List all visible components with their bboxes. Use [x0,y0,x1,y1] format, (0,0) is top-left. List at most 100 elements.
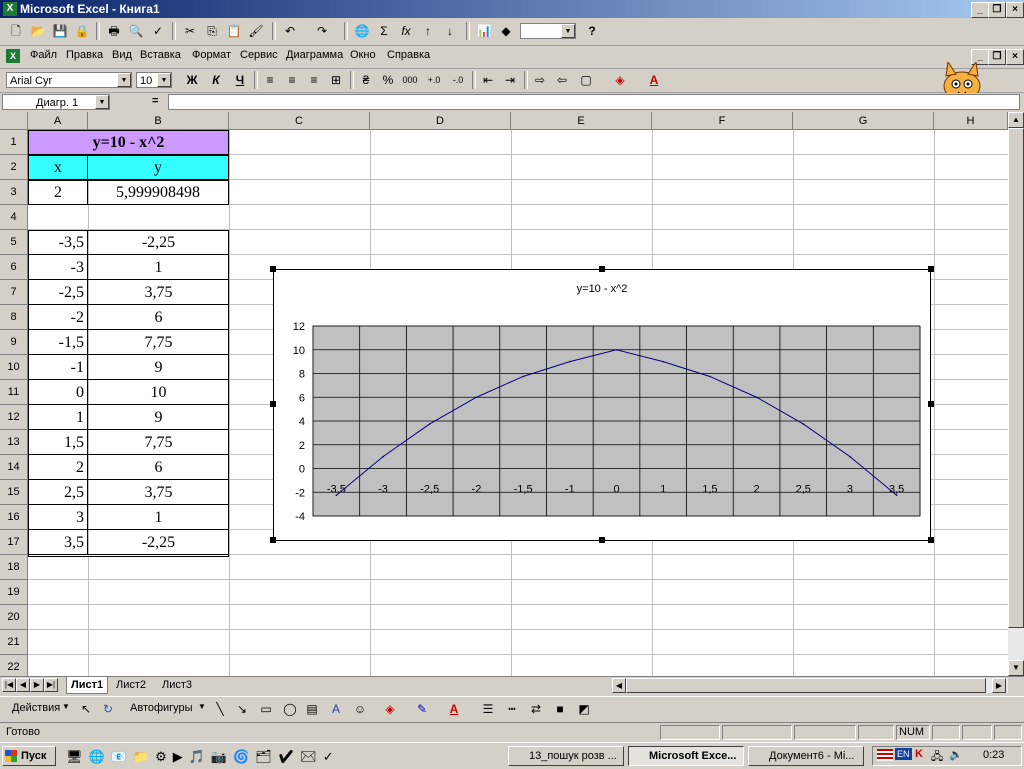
row-header-10[interactable]: 10 [0,355,28,380]
cell-y-value[interactable]: 6 [88,455,229,480]
column-header-f[interactable]: F [652,112,793,130]
cell-y-value[interactable]: 7,75 [88,430,229,455]
data-point[interactable] [895,494,898,497]
open-folder-icon[interactable]: 📂 [28,22,48,40]
cell-y-value[interactable]: 9 [88,355,229,380]
currency-icon[interactable]: ₴ [356,71,376,89]
row-header-8[interactable]: 8 [0,305,28,330]
italic-button[interactable]: К [206,71,226,89]
chart-wizard-icon[interactable]: 📊 [474,22,494,40]
format-painter-icon[interactable]: 🖌 [246,22,266,40]
row-header-22[interactable]: 22 [0,655,28,676]
copy-icon[interactable]: ⎘ [202,22,222,40]
function-icon[interactable]: fx [396,22,416,40]
keyboard-switcher-icon[interactable]: K [915,748,923,760]
network-icon[interactable]: 🖧 [931,748,943,767]
column-header-h[interactable]: H [934,112,1008,130]
cell-y-value[interactable]: -2,25 [88,230,229,255]
row-header-19[interactable]: 19 [0,580,28,605]
chart-title[interactable]: y=10 - x^2 [577,283,628,295]
column-header-a[interactable]: A [28,112,88,130]
cell-x-value[interactable]: -3 [28,255,88,280]
fill-bucket-icon[interactable]: ◈ [380,700,400,718]
autoshapes-menu[interactable]: Автофигуры [130,702,193,714]
data-point[interactable] [709,375,711,378]
borders-icon[interactable]: ▢ [576,71,596,89]
column-header-b[interactable]: B [88,112,229,130]
zoom-combo[interactable]: ▼ [520,23,576,39]
flag-icon[interactable] [877,749,893,761]
menu-file[interactable]: Файл [30,49,57,61]
column-header-c[interactable]: C [229,112,370,130]
cell-a1-title[interactable]: y=10 - x^2 [28,130,229,155]
percent-button[interactable]: % [378,71,398,89]
rotate-icon[interactable]: ↻ [98,700,118,718]
row-header-21[interactable]: 21 [0,630,28,655]
fill-color-icon[interactable]: ◈ [610,71,630,89]
rectangle-icon[interactable]: ▭ [256,700,276,718]
menu-insert[interactable]: Вставка [140,49,181,61]
chart-handle-ml[interactable] [270,401,276,407]
actions-menu[interactable]: Действия [12,702,60,714]
row-header-20[interactable]: 20 [0,605,28,630]
cell-y-value[interactable]: 3,75 [88,480,229,505]
prev-sheet-icon[interactable]: ◀ [16,678,30,692]
help-icon[interactable]: ? [582,22,602,40]
data-point[interactable] [522,375,524,378]
cell-a2-x-header[interactable]: x [28,155,88,180]
cell-x-value[interactable]: 1,5 [28,430,88,455]
scroll-up-icon[interactable]: ▲ [1008,112,1024,128]
data-point[interactable] [382,455,384,458]
data-point[interactable] [615,348,618,351]
cell-b3[interactable]: 5,999908498 [87,180,229,205]
scroll-left-icon[interactable]: ◀ [612,678,626,693]
data-point[interactable] [849,455,851,458]
cell-x-value[interactable]: -1,5 [28,330,88,355]
row-header-17[interactable]: 17 [0,530,28,555]
line-style-icon[interactable]: ☰ [478,700,498,718]
paste-icon[interactable]: 📋 [224,22,244,40]
arrow-left-icon[interactable]: ⇦ [552,71,572,89]
row-header-12[interactable]: 12 [0,405,28,430]
row-header-15[interactable]: 15 [0,480,28,505]
volume-icon[interactable]: 🔈 [949,748,963,761]
font-color-icon[interactable]: A [644,71,664,89]
row-header-18[interactable]: 18 [0,555,28,580]
select-pointer-icon[interactable]: ↖ [76,700,96,718]
shadow-icon[interactable]: ■ [550,700,570,718]
menu-edit[interactable]: Правка [66,49,103,61]
row-header-11[interactable]: 11 [0,380,28,405]
cell-x-value[interactable]: -3,5 [28,230,88,255]
name-box[interactable]: Диагр. 1 ▼ [2,94,110,110]
cut-icon[interactable]: ✂ [180,22,200,40]
row-header-14[interactable]: 14 [0,455,28,480]
cell-y-value[interactable]: 6 [88,305,229,330]
excel-app-icon[interactable]: X [3,2,17,16]
cell-y-value[interactable]: 1 [88,505,229,530]
minimize-button[interactable]: _ [971,2,989,18]
increase-indent-icon[interactable]: ⇥ [500,71,520,89]
print-icon[interactable]: 🖶 [104,22,124,40]
data-point[interactable] [428,423,431,425]
merge-center-icon[interactable]: ⊞ [326,71,346,89]
menu-tools[interactable]: Сервис [240,49,278,61]
row-header-13[interactable]: 13 [0,430,28,455]
row-header-5[interactable]: 5 [0,230,28,255]
arrow-icon[interactable]: ↘ [232,700,252,718]
cell-y-value[interactable]: 9 [88,405,229,430]
cell-x-value[interactable]: -2,5 [28,280,88,305]
language-indicator[interactable]: EN [895,748,912,760]
sort-ascending-icon[interactable]: ↑ [418,22,438,40]
sheet-tab-3[interactable]: Лист3 [158,677,196,693]
row-header-16[interactable]: 16 [0,505,28,530]
chart-handle-br[interactable] [928,537,934,543]
arrow-style-icon[interactable]: ⇄ [526,700,546,718]
cell-y-value[interactable]: 1 [88,255,229,280]
next-sheet-icon[interactable]: ▶ [30,678,44,692]
formula-input[interactable] [168,94,1020,110]
chart-handle-tr[interactable] [928,266,934,272]
scroll-down-icon[interactable]: ▼ [1008,660,1024,676]
chart-handle-bc[interactable] [599,537,605,543]
font-name-combo[interactable]: Arial Cyr ▼ [6,72,132,88]
arrow-right-icon[interactable]: ⇨ [530,71,550,89]
